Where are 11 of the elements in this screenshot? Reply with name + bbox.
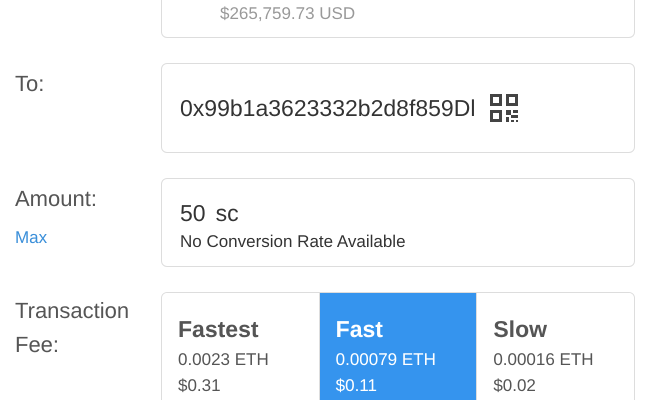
- amount-field[interactable]: 50 sc No Conversion Rate Available: [161, 178, 635, 267]
- fee-option[interactable]: Slow 0.00016 ETH $0.02: [476, 293, 634, 400]
- conversion-text: No Conversion Rate Available: [180, 231, 407, 253]
- fee-label: Transaction Fee:: [15, 297, 130, 359]
- address-field[interactable]: 0x99b1a3623332b2d8f859Dl: [161, 63, 635, 153]
- amount-value: 50: [180, 199, 206, 227]
- amount-label: Amount:: [15, 185, 97, 213]
- qr-code-icon[interactable]: [489, 93, 520, 123]
- amount-unit: sc: [216, 199, 239, 227]
- to-label: To:: [15, 71, 44, 96]
- usd-balance: $265,759.73 USD: [220, 4, 356, 23]
